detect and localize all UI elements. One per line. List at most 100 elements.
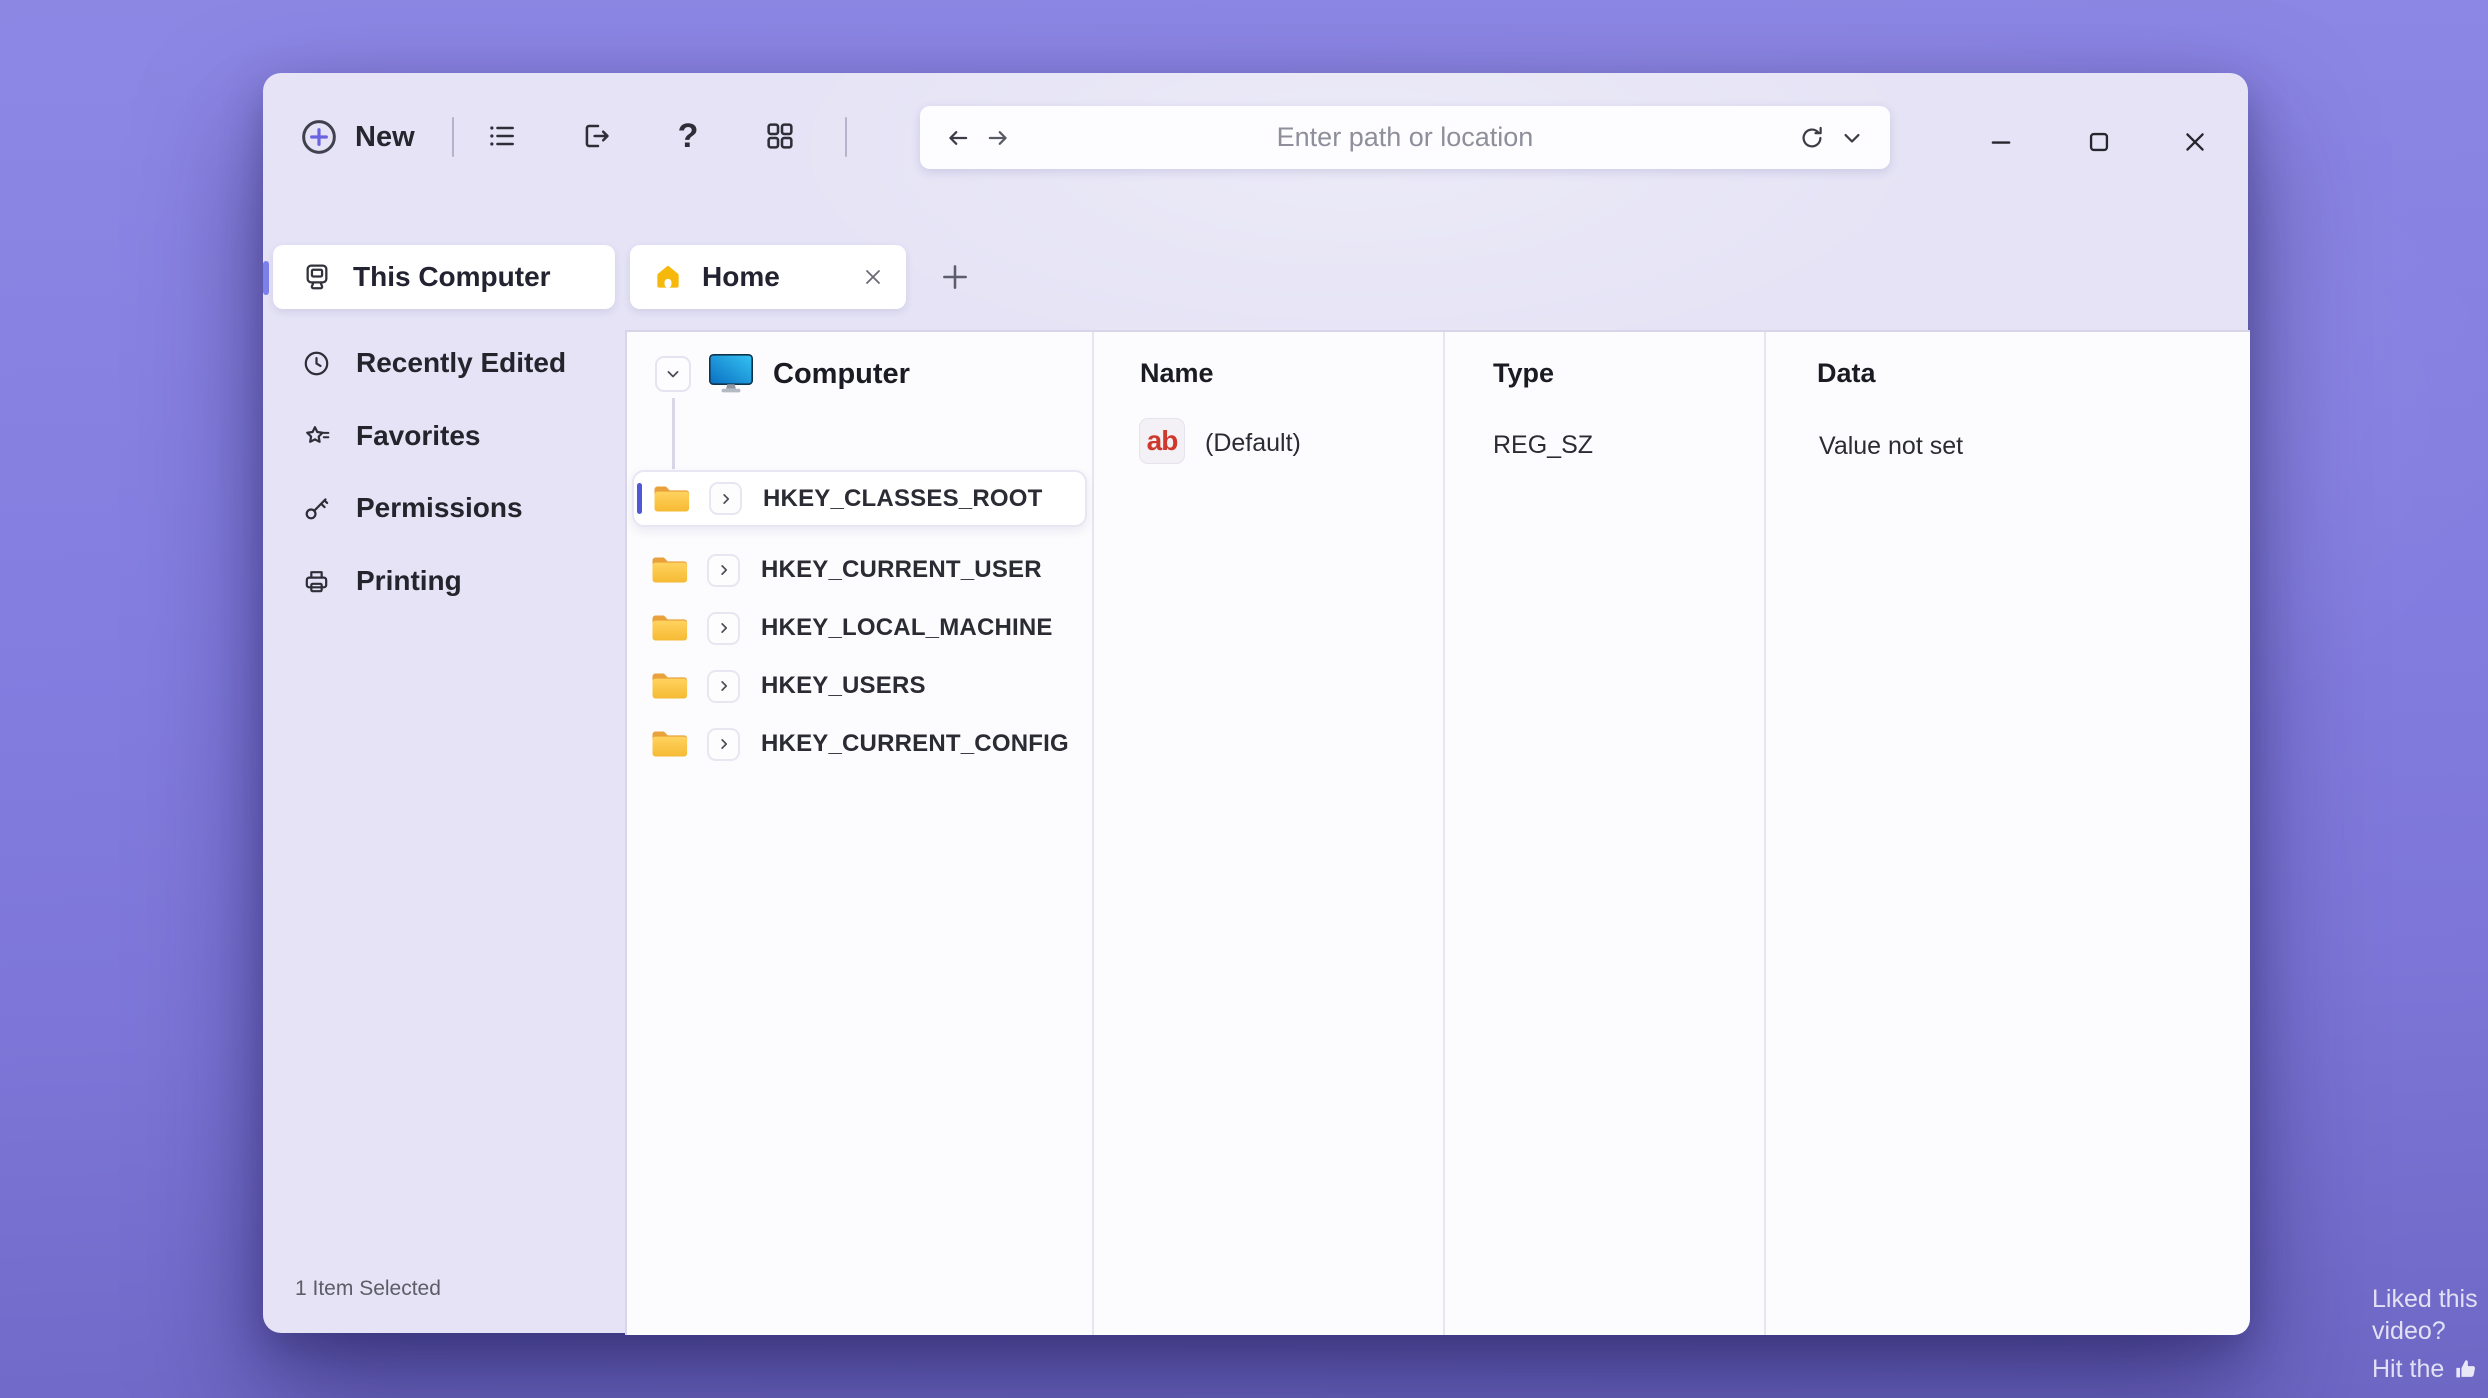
toolbar-divider: [845, 117, 847, 157]
sidebar-item-printing[interactable]: Printing: [301, 558, 462, 604]
chevron-down-icon: [667, 371, 679, 378]
forward-button[interactable]: [978, 118, 1018, 158]
tab-label: Home: [702, 261, 780, 292]
expand-button[interactable]: [707, 669, 740, 703]
expand-button[interactable]: [707, 553, 740, 587]
like-video-overlay: Liked this video? Hit the: [2372, 1283, 2488, 1385]
tree-item-label: HKEY_CLASSES_ROOT: [763, 484, 1043, 512]
string-value-icon: ab: [1139, 418, 1185, 464]
chevron-right-icon: [720, 565, 727, 575]
sidebar-item-label: Printing: [356, 565, 462, 596]
column-header-type[interactable]: Type: [1493, 358, 1554, 389]
column-header-data[interactable]: Data: [1817, 358, 1876, 389]
plus-circle-icon: [302, 120, 336, 154]
overlay-line: video?: [2372, 1317, 2446, 1345]
active-tab-indicator: [263, 261, 269, 295]
sidebar-item-label: Permissions: [356, 492, 523, 523]
tree-item-hkey-current-user[interactable]: HKEY_CURRENT_USER: [632, 548, 1087, 592]
tab-close-button[interactable]: [856, 260, 890, 294]
layout-grid-button[interactable]: [757, 113, 803, 159]
value-data: Value not set: [1819, 432, 1964, 460]
address-dropdown-button[interactable]: [1832, 118, 1872, 158]
star-icon: [306, 425, 330, 443]
status-bar: 1 Item Selected: [295, 1277, 441, 1300]
chevron-right-icon: [720, 623, 727, 633]
close-icon: [2186, 133, 2204, 151]
export-icon: [585, 124, 609, 148]
chevron-right-icon: [722, 493, 729, 504]
tree-item-label: HKEY_USERS: [761, 672, 926, 699]
tab-this-computer[interactable]: This Computer: [273, 245, 615, 309]
refresh-icon: [1802, 126, 1822, 147]
thumbs-up-icon: [2456, 1359, 2476, 1377]
tree-item-hkey-users[interactable]: HKEY_USERS: [632, 664, 1087, 708]
tree-item-hkey-current-config[interactable]: HKEY_CURRENT_CONFIG: [632, 722, 1087, 766]
column-divider: [1443, 332, 1445, 1335]
refresh-button[interactable]: [1792, 118, 1832, 158]
tree-item-label: HKEY_LOCAL_MACHINE: [761, 614, 1053, 641]
help-icon: ?: [677, 117, 699, 155]
chevron-right-icon: [720, 681, 727, 691]
help-button[interactable]: ?: [665, 113, 711, 159]
key-icon: [305, 497, 329, 519]
grid-icon: [767, 123, 793, 149]
column-header-name[interactable]: Name: [1140, 358, 1214, 389]
sidebar-item-favorites[interactable]: Favorites: [301, 413, 481, 459]
new-button-label: New: [355, 120, 415, 153]
plus-icon: [943, 265, 967, 289]
folder-icon: [652, 731, 688, 757]
value-type: REG_SZ: [1493, 431, 1594, 459]
expand-button[interactable]: [707, 727, 740, 761]
tree-root-label: Computer: [773, 358, 910, 390]
maximize-button[interactable]: [2075, 118, 2123, 166]
tree-item-label: HKEY_CURRENT_CONFIG: [761, 730, 1069, 757]
folder-icon: [654, 486, 690, 511]
folder-icon: [652, 615, 688, 641]
desktop-background: New ? Enter path or location This Comput…: [0, 0, 2488, 1398]
registry-editor-window: New ? Enter path or location This Comput…: [263, 73, 2250, 1335]
maximize-icon: [2089, 132, 2109, 152]
toolbar-divider: [452, 117, 454, 157]
export-button[interactable]: [573, 113, 619, 159]
tree-item-hkey-classes-root[interactable]: HKEY_CLASSES_ROOT: [632, 470, 1087, 527]
new-tab-button[interactable]: [935, 257, 975, 297]
computer-icon: [708, 353, 754, 393]
clock-icon: [304, 351, 329, 375]
tree-item-label: HKEY_CURRENT_USER: [761, 556, 1042, 583]
minimize-button[interactable]: [1977, 118, 2025, 166]
expand-button[interactable]: [707, 611, 740, 645]
tree-connector-line: [672, 398, 675, 469]
expand-button[interactable]: [709, 482, 742, 515]
column-divider: [1764, 332, 1766, 1335]
chevron-down-icon: [1844, 133, 1860, 143]
close-icon: [866, 270, 880, 284]
tab-home[interactable]: Home: [630, 245, 906, 309]
view-list-button[interactable]: [479, 113, 525, 159]
printer-icon: [305, 570, 328, 592]
close-button[interactable]: [2171, 118, 2219, 166]
tab-label: This Computer: [353, 261, 551, 292]
sidebar-item-label: Favorites: [356, 420, 481, 451]
sidebar-item-recently-edited[interactable]: Recently Edited: [301, 340, 566, 386]
arrow-left-icon: [949, 130, 968, 145]
address-bar: [920, 106, 1890, 169]
path-input[interactable]: [1018, 121, 1792, 154]
list-icon: [490, 126, 514, 146]
tree-collapse-button[interactable]: [655, 356, 691, 392]
content-panel: Computer HKEY_CLASSES_ROOT HKEY_CURRENT_…: [625, 330, 2250, 1335]
minimize-icon: [1991, 141, 2011, 144]
sidebar-item-label: Recently Edited: [356, 347, 567, 378]
column-divider: [1092, 332, 1094, 1335]
back-button[interactable]: [938, 118, 978, 158]
arrow-right-icon: [988, 130, 1007, 145]
new-button[interactable]: New: [299, 111, 415, 163]
overlay-line: Liked this: [2372, 1285, 2478, 1313]
home-icon: [657, 265, 679, 288]
chevron-right-icon: [720, 739, 727, 749]
value-name[interactable]: (Default): [1205, 429, 1301, 458]
folder-icon: [652, 557, 688, 583]
tree-item-hkey-local-machine[interactable]: HKEY_LOCAL_MACHINE: [632, 606, 1087, 650]
sidebar-item-permissions[interactable]: Permissions: [301, 485, 523, 531]
this-computer-icon: [306, 264, 328, 290]
folder-icon: [652, 673, 688, 699]
